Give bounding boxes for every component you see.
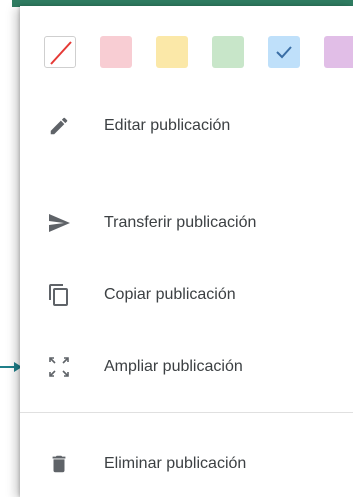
pointer-arrow-icon bbox=[0, 362, 22, 372]
swatch-red[interactable] bbox=[100, 36, 132, 68]
menu-item-edit-label: Editar publicación bbox=[104, 117, 231, 134]
menu-item-expand[interactable]: Ampliar publicación bbox=[20, 347, 353, 387]
expand-arrows-icon bbox=[46, 354, 72, 380]
post-options-menu: Editar publicación Transferir publicació… bbox=[20, 6, 353, 497]
color-swatches bbox=[44, 36, 353, 70]
no-color-slash-icon bbox=[50, 41, 72, 65]
copy-icon bbox=[46, 282, 72, 308]
checkmark-icon bbox=[276, 46, 292, 59]
menu-item-delete[interactable]: Eliminar publicación bbox=[20, 444, 353, 484]
menu-divider bbox=[20, 412, 353, 413]
menu-item-transfer-label: Transferir publicación bbox=[104, 214, 257, 231]
menu-item-copy[interactable]: Copiar publicación bbox=[20, 275, 353, 315]
swatch-green[interactable] bbox=[212, 36, 244, 68]
pencil-icon bbox=[46, 113, 72, 139]
swatch-yellow[interactable] bbox=[156, 36, 188, 68]
swatch-purple[interactable] bbox=[324, 36, 353, 68]
menu-item-edit[interactable]: Editar publicación bbox=[20, 106, 353, 146]
menu-item-delete-label: Eliminar publicación bbox=[104, 455, 247, 472]
trash-icon bbox=[46, 451, 72, 477]
swatch-blue[interactable] bbox=[268, 36, 300, 68]
send-arrow-icon bbox=[46, 210, 72, 236]
menu-item-transfer[interactable]: Transferir publicación bbox=[20, 203, 353, 243]
menu-item-copy-label: Copiar publicación bbox=[104, 286, 236, 303]
swatch-no-color[interactable] bbox=[44, 36, 76, 68]
menu-item-expand-label: Ampliar publicación bbox=[104, 358, 243, 375]
screenshot-stage: Editar publicación Transferir publicació… bbox=[0, 0, 353, 497]
